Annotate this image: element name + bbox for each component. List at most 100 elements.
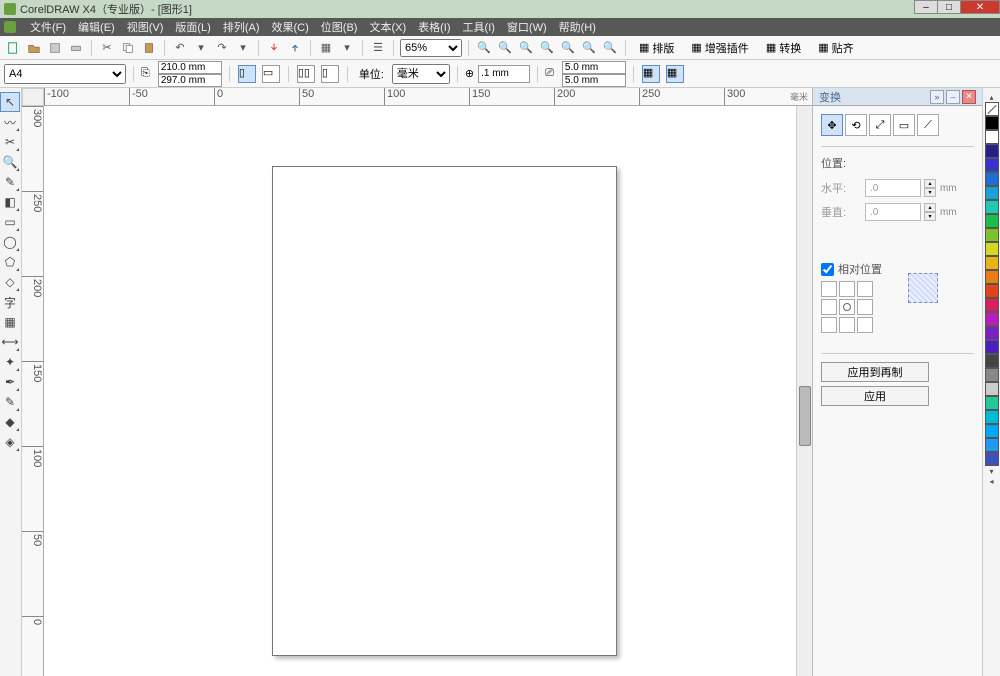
zoom-height-icon[interactable]: 🔍 xyxy=(580,39,598,57)
menu-text[interactable]: 文本(X) xyxy=(363,19,412,35)
apply-button[interactable]: 应用 xyxy=(821,386,929,406)
horizontal-input[interactable] xyxy=(865,179,921,197)
anchor-ml[interactable] xyxy=(821,299,837,315)
page-width-input[interactable] xyxy=(158,61,222,74)
anchor-tl[interactable] xyxy=(821,281,837,297)
color-swatch[interactable] xyxy=(985,424,999,438)
relative-position-checkbox[interactable]: 相对位置 xyxy=(821,261,882,277)
eyedropper-tool[interactable]: ✒ xyxy=(0,372,20,392)
landscape-button[interactable]: ▭ xyxy=(262,65,280,83)
copy-button[interactable] xyxy=(119,39,137,57)
color-swatch[interactable] xyxy=(985,130,999,144)
menu-arrange[interactable]: 排列(A) xyxy=(217,19,266,35)
redo-dropdown[interactable]: ▾ xyxy=(234,39,252,57)
zoom-fit-icon[interactable]: 🔍 xyxy=(517,39,535,57)
color-swatch[interactable] xyxy=(985,256,999,270)
snap-objects-button[interactable]: ▦ xyxy=(642,65,660,83)
shape-tool[interactable]: 〰 xyxy=(0,112,20,132)
app-launcher-button[interactable]: ▦ xyxy=(317,39,335,57)
anchor-mr[interactable] xyxy=(857,299,873,315)
paste-button[interactable] xyxy=(140,39,158,57)
snap-button[interactable]: ▦贴齐 xyxy=(811,39,860,57)
zoom-out-icon[interactable]: 🔍 xyxy=(496,39,514,57)
color-swatch[interactable] xyxy=(985,214,999,228)
freehand-tool[interactable]: ✎ xyxy=(0,172,20,192)
duplicate-x-input[interactable] xyxy=(562,61,626,74)
color-swatch[interactable] xyxy=(985,410,999,424)
enhance-plugin-button[interactable]: ▦增强插件 xyxy=(684,39,755,57)
v-spin-up[interactable]: ▴ xyxy=(924,203,936,212)
current-page-button[interactable]: ▯ xyxy=(321,65,339,83)
cut-button[interactable]: ✂ xyxy=(98,39,116,57)
ruler-origin[interactable] xyxy=(22,88,44,106)
color-swatch[interactable] xyxy=(985,228,999,242)
rotate-tab[interactable]: ⟲ xyxy=(845,114,867,136)
palette-down-arrow[interactable]: ▾ xyxy=(985,466,999,476)
menu-effects[interactable]: 效果(C) xyxy=(266,19,315,35)
color-swatch[interactable] xyxy=(985,452,999,466)
crop-tool[interactable]: ✂ xyxy=(0,132,20,152)
menu-tools[interactable]: 工具(I) xyxy=(457,19,501,35)
color-swatch[interactable] xyxy=(985,368,999,382)
minimize-button[interactable]: – xyxy=(914,0,938,14)
polygon-tool[interactable]: ⬠ xyxy=(0,252,20,272)
unit-select[interactable]: 毫米 xyxy=(392,64,450,84)
color-swatch[interactable] xyxy=(985,284,999,298)
launcher-dropdown[interactable]: ▾ xyxy=(338,39,356,57)
size-tab[interactable]: ▭ xyxy=(893,114,915,136)
outline-tool[interactable]: ✎ xyxy=(0,392,20,412)
anchor-bl[interactable] xyxy=(821,317,837,333)
portrait-button[interactable]: ▯ xyxy=(238,65,256,83)
anchor-bc[interactable] xyxy=(839,317,855,333)
convert-button[interactable]: ▦转换 xyxy=(759,39,808,57)
skew-tab[interactable]: ⟋ xyxy=(917,114,939,136)
v-spin-down[interactable]: ▾ xyxy=(924,212,936,221)
new-button[interactable] xyxy=(4,39,22,57)
all-pages-button[interactable]: ▯▯ xyxy=(297,65,315,83)
canvas-viewport[interactable] xyxy=(44,106,796,676)
scale-tab[interactable]: ⤢ xyxy=(869,114,891,136)
no-color-swatch[interactable] xyxy=(985,102,999,116)
relative-check-input[interactable] xyxy=(821,263,834,276)
export-button[interactable] xyxy=(286,39,304,57)
anchor-center[interactable] xyxy=(839,299,855,315)
color-swatch[interactable] xyxy=(985,270,999,284)
zoom-width-icon[interactable]: 🔍 xyxy=(559,39,577,57)
vertical-scrollbar[interactable] xyxy=(796,106,812,676)
page-height-input[interactable] xyxy=(158,74,222,87)
color-swatch[interactable] xyxy=(985,396,999,410)
apply-duplicate-button[interactable]: 应用到再制 xyxy=(821,362,929,382)
color-swatch[interactable] xyxy=(985,158,999,172)
color-swatch[interactable] xyxy=(985,298,999,312)
save-button[interactable] xyxy=(46,39,64,57)
color-swatch[interactable] xyxy=(985,382,999,396)
color-swatch[interactable] xyxy=(985,186,999,200)
zoom-page-icon[interactable]: 🔍 xyxy=(538,39,556,57)
color-swatch[interactable] xyxy=(985,144,999,158)
dimension-tool[interactable]: ⟷ xyxy=(0,332,20,352)
undo-button[interactable]: ↶ xyxy=(171,39,189,57)
color-swatch[interactable] xyxy=(985,200,999,214)
scrollbar-thumb[interactable] xyxy=(799,386,811,446)
anchor-tr[interactable] xyxy=(857,281,873,297)
menu-edit[interactable]: 编辑(E) xyxy=(72,19,121,35)
interactive-fill-tool[interactable]: ◈ xyxy=(0,432,20,452)
position-tab[interactable]: ✥ xyxy=(821,114,843,136)
basic-shapes-tool[interactable]: ◇ xyxy=(0,272,20,292)
layout-helper-button[interactable]: ▦排版 xyxy=(632,39,681,57)
paper-size-select[interactable]: A4 xyxy=(4,64,126,84)
table-tool[interactable]: ▦ xyxy=(0,312,20,332)
vertical-input[interactable] xyxy=(865,203,921,221)
fill-tool[interactable]: ◆ xyxy=(0,412,20,432)
print-button[interactable] xyxy=(67,39,85,57)
zoom-selected-icon[interactable]: 🔍 xyxy=(601,39,619,57)
menu-bitmap[interactable]: 位图(B) xyxy=(315,19,364,35)
open-button[interactable] xyxy=(25,39,43,57)
docker-close-button[interactable]: ✕ xyxy=(962,90,976,104)
nudge-input[interactable] xyxy=(478,65,530,83)
palette-up-arrow[interactable]: ▴ xyxy=(985,92,999,102)
palette-flyout-arrow[interactable]: ◂ xyxy=(985,476,999,486)
color-swatch[interactable] xyxy=(985,116,999,130)
undo-dropdown[interactable]: ▾ xyxy=(192,39,210,57)
close-button[interactable]: ✕ xyxy=(960,0,1000,14)
